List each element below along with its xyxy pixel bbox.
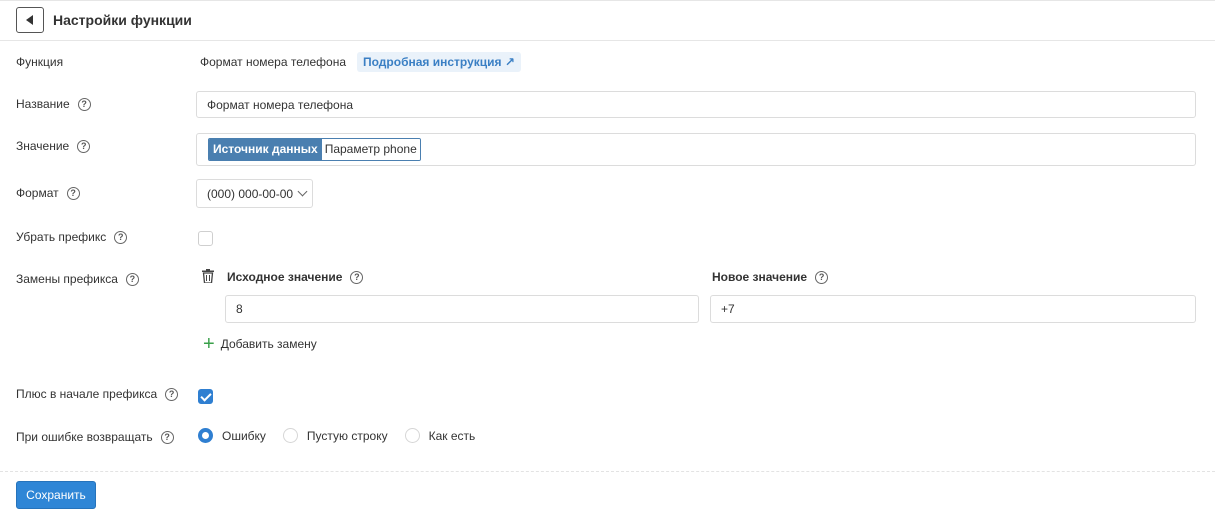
data-source-tag[interactable]: Источник данных Параметр phone bbox=[208, 138, 421, 161]
function-value: Формат номера телефона bbox=[200, 55, 347, 69]
function-label: Функция bbox=[16, 55, 64, 69]
column-new-header: Новое значение? bbox=[712, 270, 829, 284]
chevron-down-icon bbox=[297, 186, 308, 197]
footer-divider bbox=[0, 471, 1215, 472]
trash-icon[interactable] bbox=[202, 269, 214, 283]
page-header: Настройки функции bbox=[0, 0, 1215, 41]
column-source-header: Исходное значение? bbox=[227, 270, 364, 284]
source-value-input[interactable]: 8 bbox=[225, 295, 699, 323]
plus-prefix-label: Плюс в начале префикса? bbox=[16, 387, 179, 401]
plus-prefix-checkbox[interactable] bbox=[198, 389, 213, 404]
page-title: Настройки функции bbox=[53, 12, 192, 28]
help-icon[interactable]: ? bbox=[77, 139, 91, 153]
radio-as-is[interactable]: Как есть bbox=[404, 428, 475, 443]
tag-source: Источник данных bbox=[209, 139, 322, 160]
help-icon[interactable]: ? bbox=[815, 270, 829, 284]
help-icon[interactable]: ? bbox=[160, 430, 174, 444]
on-error-label: При ошибке возвращать? bbox=[16, 430, 174, 444]
add-replacement-button[interactable]: + Добавить замену bbox=[203, 333, 317, 355]
radio-selected-icon bbox=[198, 428, 213, 443]
new-value-input[interactable]: +7 bbox=[710, 295, 1196, 323]
remove-prefix-label: Убрать префикс? bbox=[16, 230, 128, 244]
format-label: Формат? bbox=[16, 186, 80, 200]
triangle-left-icon bbox=[26, 15, 33, 25]
help-icon[interactable]: ? bbox=[66, 186, 80, 200]
help-icon[interactable]: ? bbox=[77, 97, 91, 111]
help-icon[interactable]: ? bbox=[350, 270, 364, 284]
instruction-link[interactable]: Подробная инструкция ↗ bbox=[357, 52, 521, 72]
name-input[interactable]: Формат номера телефона bbox=[196, 91, 1196, 118]
radio-unselected-icon bbox=[404, 428, 420, 443]
radio-error[interactable]: Ошибку bbox=[198, 428, 266, 443]
plus-icon: + bbox=[203, 333, 215, 355]
format-select[interactable]: (000) 000-00-00 bbox=[196, 179, 313, 208]
prefix-replacements-label: Замены префикса? bbox=[16, 272, 139, 286]
help-icon[interactable]: ? bbox=[114, 230, 128, 244]
radio-unselected-icon bbox=[282, 428, 298, 443]
remove-prefix-checkbox[interactable] bbox=[198, 231, 213, 246]
save-button[interactable]: Сохранить bbox=[16, 481, 96, 509]
value-field[interactable]: Источник данных Параметр phone bbox=[196, 133, 1196, 166]
tag-param: Параметр phone bbox=[321, 139, 420, 160]
value-label: Значение? bbox=[16, 139, 91, 153]
help-icon[interactable]: ? bbox=[125, 272, 139, 286]
on-error-radio-group: Ошибку Пустую строку Как есть bbox=[198, 428, 492, 443]
back-button[interactable] bbox=[16, 7, 44, 33]
name-label: Название? bbox=[16, 97, 91, 111]
radio-empty-string[interactable]: Пустую строку bbox=[282, 428, 388, 443]
help-icon[interactable]: ? bbox=[165, 387, 179, 401]
